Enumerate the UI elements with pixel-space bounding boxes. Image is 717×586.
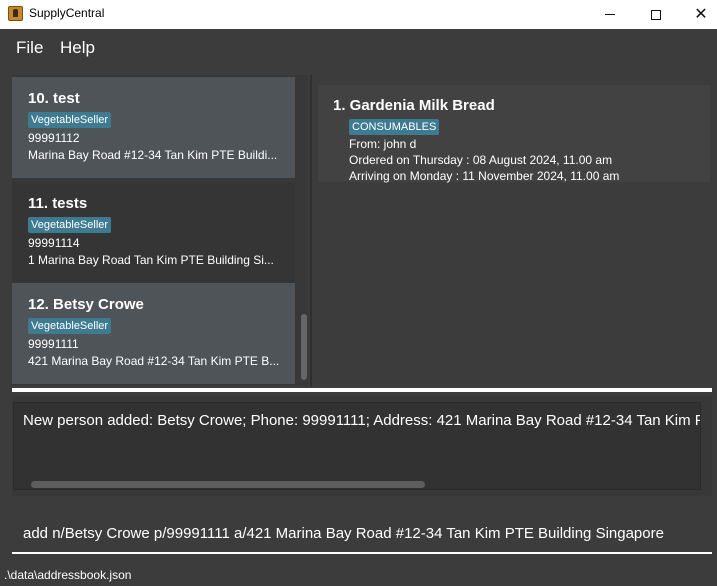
person-card-selected[interactable]: 12. Betsy Crowe VegetableSeller 99991111…: [12, 283, 295, 384]
window-title: SupplyCentral: [29, 6, 105, 20]
maximize-button[interactable]: [633, 0, 679, 29]
app-icon: [8, 6, 23, 21]
person-card[interactable]: 10. test VegetableSeller 99991112 Marina…: [12, 77, 295, 178]
separator: [12, 388, 712, 392]
person-address: Marina Bay Road #12-34 Tan Kim PTE Build…: [28, 148, 278, 162]
menu-file[interactable]: File: [16, 38, 43, 58]
order-arriving-date: Arriving on Monday : 11 November 2024, 1…: [349, 169, 620, 183]
command-input[interactable]: add n/Betsy Crowe p/99991111 a/421 Marin…: [12, 510, 712, 554]
result-scrollbar-thumb[interactable]: [31, 481, 425, 488]
person-name: 10. test: [28, 90, 80, 107]
person-list[interactable]: 10. test VegetableSeller 99991112 Marina…: [12, 75, 308, 386]
order-card[interactable]: 1. Gardenia Milk Bread CONSUMABLES From:…: [318, 85, 710, 183]
title-bar: SupplyCentral ✕: [0, 0, 717, 29]
menu-bar: File Help: [0, 29, 717, 65]
command-text: add n/Betsy Crowe p/99991111 a/421 Marin…: [23, 525, 664, 542]
maximize-icon: [651, 9, 661, 20]
panel-divider[interactable]: [310, 75, 312, 386]
menu-help[interactable]: Help: [60, 38, 95, 58]
person-name: 12. Betsy Crowe: [28, 296, 144, 313]
order-ordered-date: Ordered on Thursday : 08 August 2024, 11…: [349, 153, 613, 167]
person-tag: VegetableSeller: [28, 112, 112, 128]
order-list[interactable]: 1. Gardenia Milk Bread CONSUMABLES From:…: [318, 75, 710, 386]
status-bar: .\data\addressbook.json: [0, 564, 717, 586]
person-phone: 99991111: [28, 337, 79, 351]
person-name: 11. tests: [28, 195, 88, 212]
close-button[interactable]: ✕: [678, 0, 717, 29]
result-message: New person added: Betsy Crowe; Phone: 99…: [23, 412, 700, 429]
close-icon: ✕: [694, 5, 708, 23]
save-location: .\data\addressbook.json: [4, 568, 132, 582]
person-address: 1 Marina Bay Road Tan Kim PTE Building S…: [28, 253, 274, 267]
order-title: 1. Gardenia Milk Bread: [333, 97, 495, 114]
person-card[interactable]: 11. tests VegetableSeller 99991114 1 Mar…: [12, 182, 295, 283]
person-phone: 99991112: [28, 131, 80, 145]
minimize-button[interactable]: [587, 0, 633, 29]
order-from: From: john d: [349, 137, 417, 151]
person-address: 421 Marina Bay Road #12-34 Tan Kim PTE B…: [28, 354, 280, 368]
list-scrollbar-thumb[interactable]: [301, 314, 307, 380]
person-tag: VegetableSeller: [28, 318, 112, 334]
person-phone: 99991114: [28, 236, 80, 250]
result-display[interactable]: New person added: Betsy Crowe; Phone: 99…: [13, 402, 701, 490]
minimize-icon: [605, 14, 615, 15]
order-tag: CONSUMABLES: [349, 119, 440, 135]
person-tag: VegetableSeller: [28, 217, 112, 233]
